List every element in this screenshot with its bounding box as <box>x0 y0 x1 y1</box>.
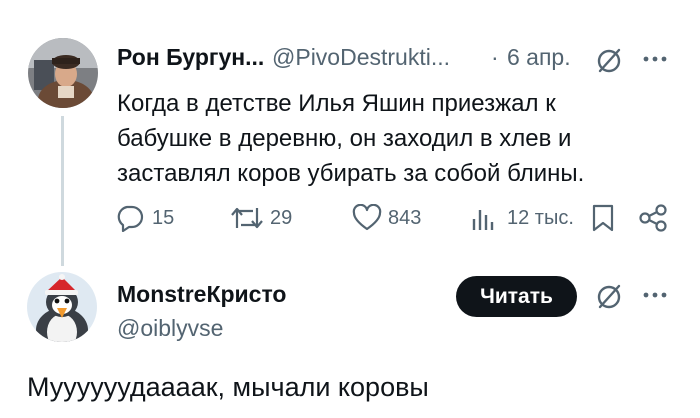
author-avatar[interactable] <box>28 38 98 108</box>
reply-text: Муууууудаааак, мычали коровы <box>27 372 429 402</box>
retweet-icon[interactable] <box>229 204 265 232</box>
tweet-text: Когда в детстве Илья Яшин приезжал к баб… <box>117 86 637 191</box>
tweet-date[interactable]: 6 апр. <box>507 44 571 71</box>
tweet-text-line: бабушке в деревню, он заходил в хлев и <box>117 125 572 152</box>
bookmark-icon[interactable] <box>590 203 616 233</box>
author-name[interactable]: Рон Бургун... <box>117 44 264 71</box>
reply-icon[interactable] <box>115 204 145 232</box>
grok-icon[interactable] <box>594 46 624 74</box>
more-icon[interactable] <box>642 288 668 302</box>
author-avatar-image <box>28 38 98 108</box>
penguin-avatar-image <box>27 272 97 342</box>
reply-author-avatar[interactable] <box>27 272 97 342</box>
more-icon[interactable] <box>642 52 668 66</box>
share-icon[interactable] <box>637 203 669 233</box>
tweet-text-line: заставлял коров убирать за собой блины. <box>117 160 585 187</box>
view-count: 12 тыс. <box>507 207 574 229</box>
retweet-count: 29 <box>270 207 293 229</box>
views-icon[interactable] <box>469 204 497 232</box>
follow-button[interactable]: Читать <box>456 276 577 317</box>
like-count: 843 <box>388 207 422 229</box>
grok-icon[interactable] <box>594 282 624 310</box>
reply-author-name[interactable]: MonstreКристо <box>117 281 286 308</box>
author-handle[interactable]: @PivoDestrukti... <box>272 44 450 71</box>
reply-author-handle[interactable]: @oiblyvse <box>117 315 223 342</box>
heart-icon[interactable] <box>351 204 383 232</box>
separator-dot: · <box>491 44 499 70</box>
tweet-text-line: Когда в детстве Илья Яшин приезжал к <box>117 90 556 117</box>
thread-line <box>61 116 64 266</box>
reply-count: 15 <box>152 207 175 229</box>
